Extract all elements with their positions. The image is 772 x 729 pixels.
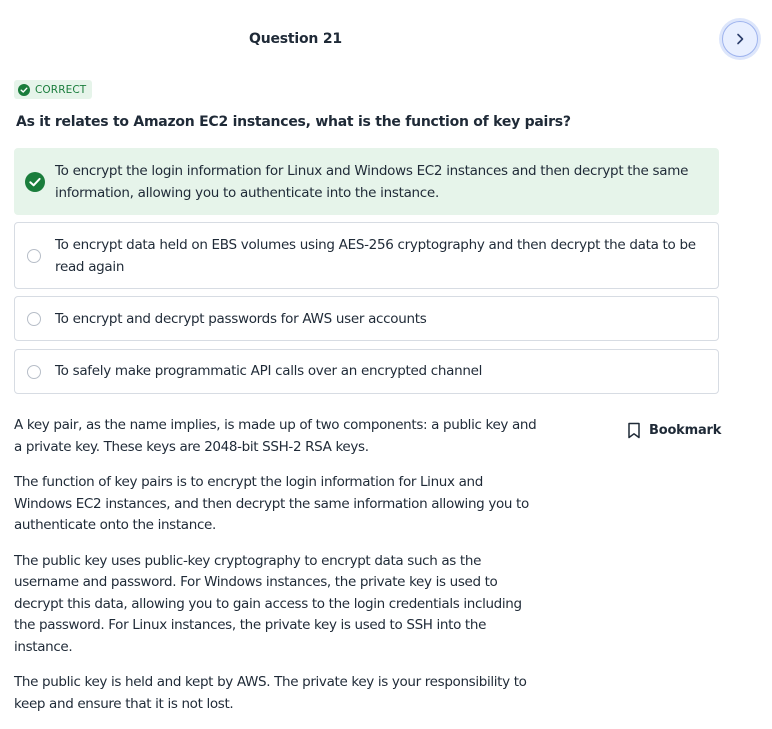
check-circle-icon (25, 172, 45, 192)
answer-option-3[interactable]: To encrypt and decrypt passwords for AWS… (14, 296, 719, 341)
answer-option-text: To encrypt and decrypt passwords for AWS… (55, 311, 427, 327)
answer-option-2[interactable]: To encrypt data held on EBS volumes usin… (14, 222, 719, 289)
explanation: A key pair, as the name implies, is made… (14, 415, 539, 729)
next-question-button[interactable] (722, 21, 758, 57)
bookmark-label: Bookmark (649, 423, 722, 438)
explanation-paragraph: The public key uses public-key cryptogra… (14, 552, 522, 655)
question-number: Question 21 (249, 31, 342, 47)
radio-button[interactable] (27, 312, 41, 326)
answer-option-1[interactable]: To encrypt the login information for Lin… (14, 148, 719, 215)
bookmark-button[interactable]: Bookmark (627, 422, 721, 439)
bookmark-icon (628, 422, 640, 439)
answer-option-text: To encrypt data held on EBS volumes usin… (55, 237, 696, 275)
explanation-paragraph: A key pair, as the name implies, is made… (14, 417, 537, 455)
chevron-right-icon (737, 33, 744, 45)
status-badge: CORRECT (14, 80, 93, 99)
question-text: As it relates to Amazon EC2 instances, w… (16, 114, 571, 130)
radio-button[interactable] (27, 249, 41, 263)
radio-button[interactable] (27, 365, 41, 379)
explanation-paragraph: The function of key pairs is to encrypt … (14, 474, 529, 533)
check-circle-icon (18, 83, 30, 96)
status-badge-label: CORRECT (35, 83, 87, 96)
answer-option-text: To safely make programmatic API calls ov… (55, 363, 483, 379)
answer-option-4[interactable]: To safely make programmatic API calls ov… (14, 349, 719, 394)
answer-option-text: To encrypt the login information for Lin… (55, 163, 689, 201)
explanation-paragraph: The public key is held and kept by AWS. … (14, 674, 527, 712)
